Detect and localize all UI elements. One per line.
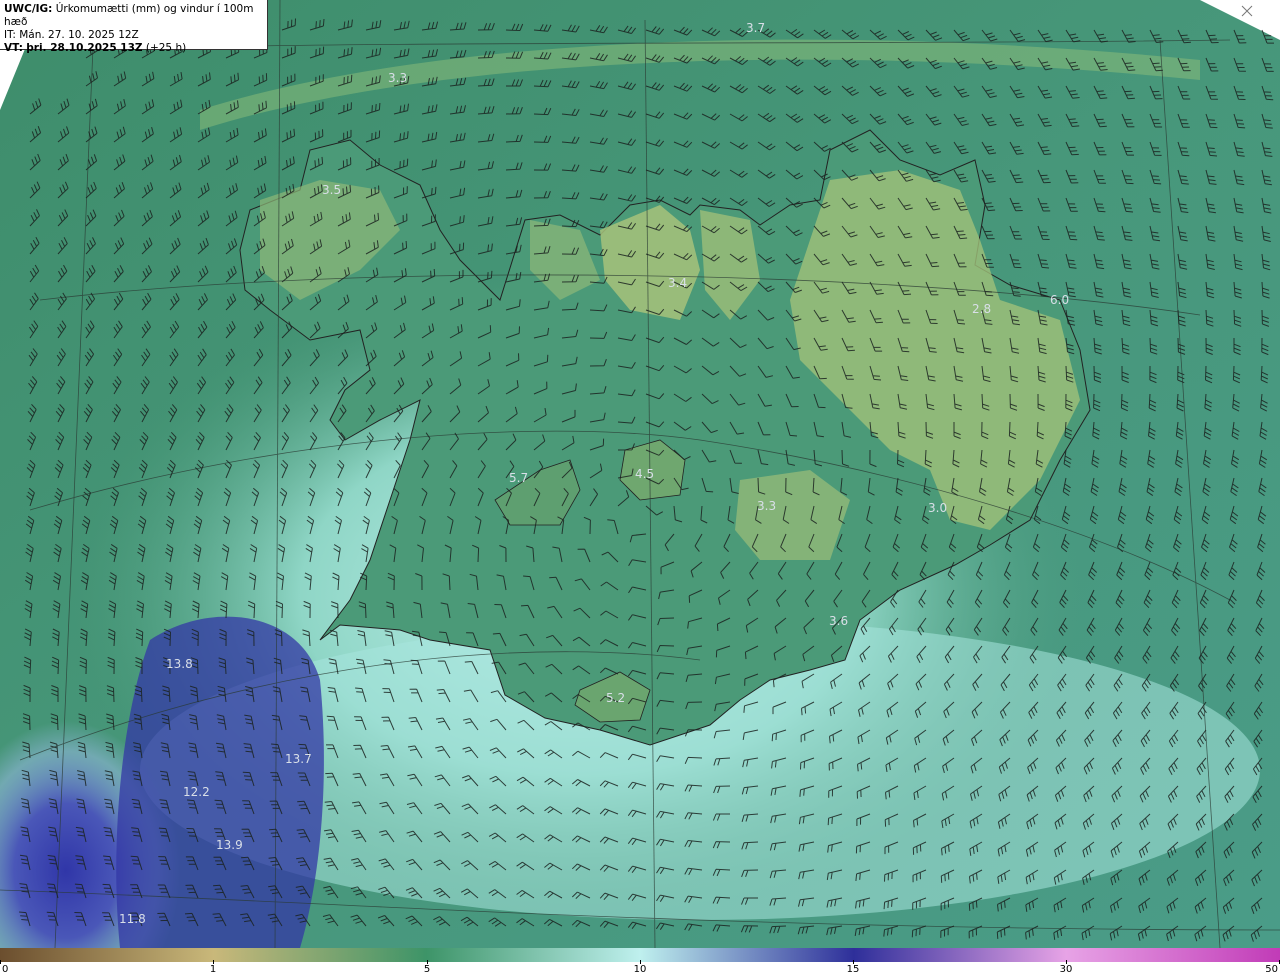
value-label: 13.9 bbox=[216, 838, 243, 852]
value-label: 4.5 bbox=[635, 467, 654, 481]
value-label: 6.0 bbox=[1050, 293, 1069, 307]
precipitation-wind-map: 3.7 3.3 3.5 3.4 2.8 6.0 4.5 5.7 3.3 3.0 … bbox=[0, 0, 1280, 948]
valid-time: þri. 28.10.2025 13Z bbox=[26, 42, 143, 54]
value-label: 12.2 bbox=[183, 785, 210, 799]
colorbar-tick: 30 bbox=[1059, 964, 1073, 975]
value-label: 11.8 bbox=[119, 912, 146, 926]
value-label: 3.4 bbox=[668, 276, 687, 290]
colorbar-tick: 15 bbox=[846, 964, 860, 975]
colorbar-tick: 10 bbox=[633, 964, 647, 975]
forecast-offset: (+25 h) bbox=[145, 42, 187, 54]
value-label: 13.8 bbox=[166, 657, 193, 671]
initial-time: IT: Mán. 27. 10. 2025 12Z bbox=[4, 29, 139, 41]
value-label: 3.0 bbox=[928, 501, 947, 515]
product-code: UWC/IG: bbox=[4, 3, 53, 15]
value-label: 3.3 bbox=[388, 71, 407, 85]
colorbar-tick: 50 bbox=[1265, 964, 1278, 975]
header-info-box: UWC/IG: Úrkomumætti (mm) og vindur í 100… bbox=[0, 0, 268, 54]
colorbar-tick: 0 bbox=[2, 964, 9, 975]
value-label: 3.6 bbox=[829, 614, 848, 628]
colorbar-tick: 5 bbox=[423, 964, 431, 975]
value-label: 2.8 bbox=[972, 302, 991, 316]
value-label: 3.3 bbox=[757, 499, 776, 513]
colorbar-tick: 1 bbox=[209, 964, 217, 975]
value-label: 13.7 bbox=[285, 752, 312, 766]
valid-time-label: VT: bbox=[4, 42, 23, 54]
colorbar: 0 1 5 10 15 30 50 bbox=[0, 948, 1280, 978]
value-label: 5.2 bbox=[606, 691, 625, 705]
value-label: 5.7 bbox=[509, 471, 528, 485]
value-label: 3.5 bbox=[322, 183, 341, 197]
value-label: 3.7 bbox=[746, 21, 765, 35]
